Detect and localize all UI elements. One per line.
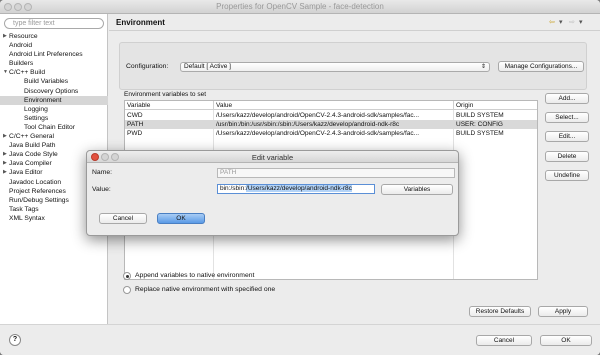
undefine-button[interactable]: Undefine [545,170,589,181]
name-label: Name: [92,169,113,176]
manage-configurations-button[interactable]: Manage Configurations... [498,61,584,72]
tree-item-settings[interactable]: Settings [0,114,108,123]
dialog-title-bar: Edit variable [87,151,458,163]
configuration-label: Configuration: [126,63,169,70]
dialog-ok-button[interactable]: OK [157,213,205,224]
page-header: Environment ⇦ ▾ ⇨ ▾ [109,14,600,31]
ok-button[interactable]: OK [540,335,592,346]
value-label: Value: [92,186,111,193]
footer: ? Cancel OK [0,324,600,355]
cancel-button[interactable]: Cancel [476,335,532,346]
tree-item-resource[interactable]: ▶ Resource [0,32,108,41]
select-button[interactable]: Select... [545,112,589,123]
expand-arrow-icon[interactable]: ▶ [3,159,7,168]
dialog-cancel-button[interactable]: Cancel [99,213,147,224]
select-arrows-icon: ⇕ [480,64,486,70]
tree-item-discovery-options[interactable]: Discovery Options [0,87,108,96]
table-row[interactable]: PWD /Users/kazz/develop/android/OpenCV-2… [125,129,537,138]
configuration-select[interactable]: Default [ Active ] ⇕ [180,62,490,72]
expand-arrow-icon[interactable]: ▶ [3,150,7,159]
append-radio-label: Append variables to native environment [135,272,255,279]
forward-dropdown-icon[interactable]: ▾ [579,18,583,26]
tree-item-cpp-build[interactable]: ▼ C/C++ Build [0,68,108,77]
window-title: Properties for OpenCV Sample - face-dete… [216,2,384,11]
add-button[interactable]: Add... [545,93,589,104]
back-arrow-icon[interactable]: ⇦ [549,18,555,26]
help-icon[interactable]: ? [9,334,21,346]
column-header-origin[interactable]: Origin [454,101,537,110]
name-field[interactable]: PATH [217,168,455,178]
replace-radio-label: Replace native environment with specifie… [135,286,276,293]
restore-defaults-button[interactable]: Restore Defaults [469,306,531,317]
back-dropdown-icon[interactable]: ▾ [559,18,563,26]
edit-button[interactable]: Edit... [545,131,589,142]
table-row[interactable]: CWD /Users/kazz/develop/android/OpenCV-2… [125,111,537,120]
column-header-value[interactable]: Value [214,101,454,110]
tree-item-cpp-general[interactable]: ▶ C/C++ General [0,132,108,141]
expand-arrow-icon[interactable]: ▶ [3,32,7,41]
tree-item-logging[interactable]: Logging [0,105,108,114]
page-title: Environment [116,18,165,27]
expand-arrow-icon[interactable]: ▶ [3,168,7,177]
tree-item-build-variables[interactable]: Build Variables [0,77,108,86]
apply-button[interactable]: Apply [538,306,588,317]
expand-arrow-icon[interactable]: ▶ [3,132,7,141]
title-bar: Properties for OpenCV Sample - face-dete… [0,0,600,14]
table-row[interactable]: PATH /usr/bin:/bin:/usr/sbin:/sbin:/User… [125,120,537,129]
env-section-label: Environment variables to set [124,91,207,98]
forward-arrow-icon[interactable]: ⇨ [569,18,575,26]
append-radio[interactable] [123,272,131,280]
delete-button[interactable]: Delete [545,151,589,162]
tree-item-java-build-path[interactable]: Java Build Path [0,141,108,150]
collapse-arrow-icon[interactable]: ▼ [3,68,8,77]
value-field[interactable]: bin:/sbin:/Users/kazz/develop/android-nd… [217,184,375,194]
column-header-variable[interactable]: Variable [125,101,214,110]
tree-item-tool-chain-editor[interactable]: Tool Chain Editor [0,123,108,132]
configuration-group: Configuration: Default [ Active ] ⇕ Mana… [119,42,587,90]
tree-item-builders[interactable]: Builders [0,59,108,68]
tree-item-android-lint[interactable]: Android Lint Preferences [0,50,108,59]
replace-radio[interactable] [123,286,131,294]
filter-input[interactable]: type filter text [4,18,104,29]
tree-item-android[interactable]: Android [0,41,108,50]
variables-button[interactable]: Variables [381,184,453,195]
edit-variable-dialog: Edit variable Name: PATH Value: bin:/sbi… [86,150,459,236]
tree-item-environment[interactable]: Environment [0,95,108,105]
dialog-title: Edit variable [251,153,294,162]
